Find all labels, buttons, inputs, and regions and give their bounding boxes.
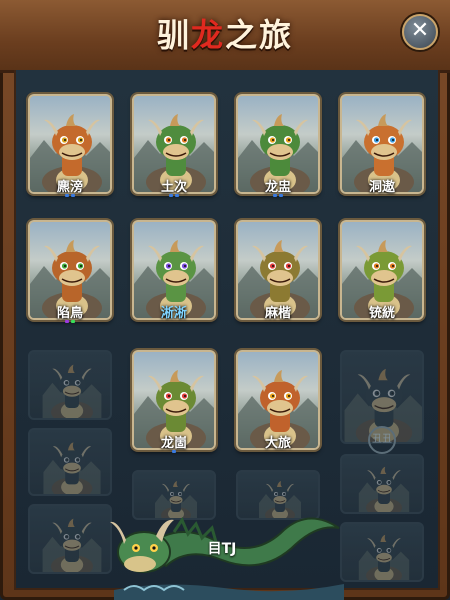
rarity-dot — [279, 194, 283, 197]
rarity-dot — [65, 194, 69, 197]
title-left: 驯 — [156, 16, 191, 54]
dragon-rarity-dots — [236, 194, 320, 198]
dragon-name: 麃滂 — [56, 180, 83, 195]
locked-dragon-slot[interactable] — [28, 428, 112, 496]
rarity-dot — [71, 320, 75, 323]
dragon-portrait — [42, 518, 102, 572]
locked-dragon-slot[interactable] — [28, 504, 112, 574]
dragon-name: 龙盅 — [264, 180, 291, 195]
dragon-rarity-dots — [28, 194, 112, 198]
rarity-dot — [273, 194, 277, 197]
dragon-portrait — [42, 364, 102, 418]
title-accent: 龙 — [190, 16, 225, 54]
header-bar: 驯龙之旅 ✕ — [0, 0, 450, 73]
dragon-portrait — [358, 466, 410, 512]
locked-slot-mark: 丑丑 — [368, 426, 396, 454]
dragon-name: 陷鳥 — [56, 306, 83, 321]
dragon-name: 麻楷 — [264, 306, 291, 321]
dragon-portrait — [358, 534, 410, 580]
dragon-name: 土次 — [160, 180, 187, 195]
dragon-name: 铳絖 — [368, 306, 395, 321]
dragon-name: 洞遨 — [368, 180, 395, 195]
close-button[interactable]: ✕ — [402, 14, 438, 50]
rarity-dot — [169, 194, 173, 197]
title-right: 之旅 — [225, 16, 294, 54]
dragon-portrait — [43, 442, 101, 494]
dragon-rarity-dots — [28, 320, 112, 324]
dragon-name: 龙崮 — [160, 436, 187, 451]
dragon-rarity-dots — [132, 194, 216, 198]
serpent-label: 目TJ — [207, 541, 237, 557]
rarity-dot — [172, 450, 176, 453]
locked-dragon-slot[interactable] — [28, 350, 112, 420]
page-title: 驯龙之旅 — [0, 10, 450, 56]
rarity-dot — [71, 194, 75, 197]
rarity-dot — [175, 194, 179, 197]
dragon-name: 淅淅 — [160, 306, 187, 321]
close-icon: ✕ — [410, 18, 430, 43]
dragon-name: 大旅 — [264, 436, 291, 451]
dragon-rarity-dots — [132, 450, 216, 454]
rarity-dot — [65, 320, 69, 323]
